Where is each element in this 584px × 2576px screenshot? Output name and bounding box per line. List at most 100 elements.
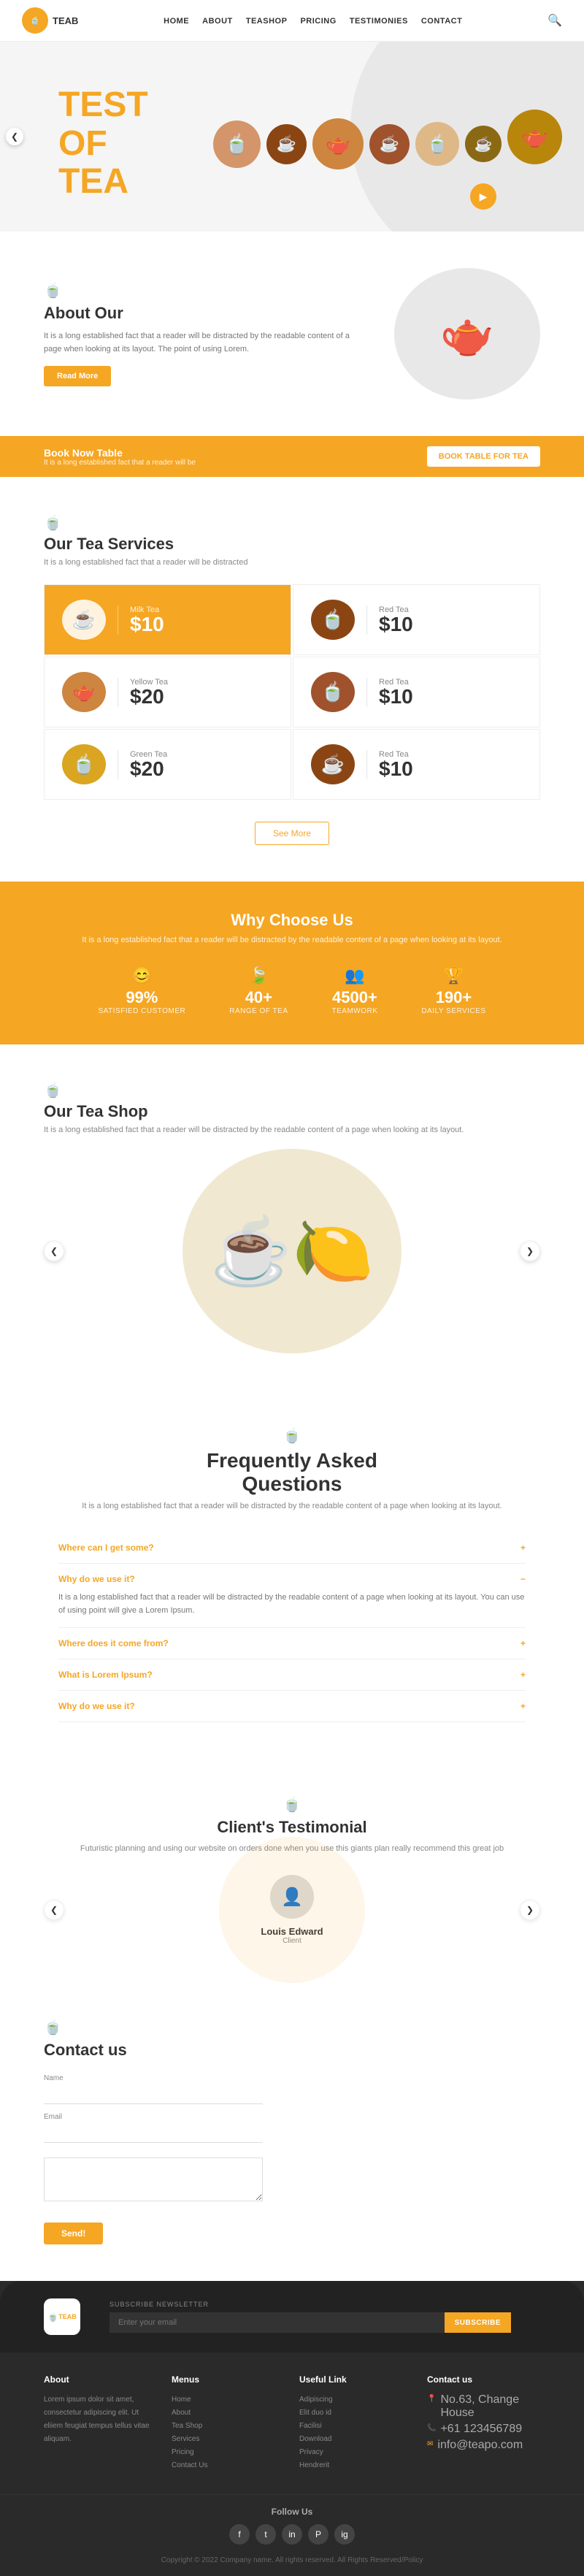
social-instagram[interactable]: ig xyxy=(334,2524,355,2545)
contact-icon: 🍵 xyxy=(44,2019,62,2036)
footer-copyright: Copyright © 2022 Company name. All right… xyxy=(161,2556,423,2564)
book-table-button[interactable]: BOOK TABLE FOR TEA xyxy=(427,446,540,467)
footer-about-col: About Lorem ipsum dolor sit amet, consec… xyxy=(44,2374,157,2472)
footer-logo-area: 🍵TEAB xyxy=(44,2298,80,2335)
service-price-5: $10 xyxy=(379,759,413,779)
faq-question-2[interactable]: Where does it come from? + xyxy=(58,1638,526,1648)
stat-1: 🍃 40+ RANGE OF TEA xyxy=(229,966,288,1015)
menu-item-2[interactable]: Tea Shop xyxy=(172,2422,202,2430)
faq-title: Frequently AskedQuestions xyxy=(58,1449,526,1496)
stat-icon-2: 👥 xyxy=(332,966,378,985)
shop-next-arrow[interactable]: ❯ xyxy=(520,1241,540,1261)
book-banner-text: Book Now Table It is a long established … xyxy=(44,447,196,467)
service-img-3: 🍵 xyxy=(311,672,355,712)
faq-plus-0: + xyxy=(520,1543,526,1553)
service-card-1: 🍵 Red Tea $10 xyxy=(293,584,540,655)
link-item-2[interactable]: Facilisi xyxy=(299,2422,322,2430)
menu-item-4[interactable]: Pricing xyxy=(172,2448,194,2456)
stat-icon-3: 🏆 xyxy=(421,966,485,985)
name-group: Name xyxy=(44,2074,263,2104)
search-icon[interactable]: 🔍 xyxy=(548,13,562,28)
name-input[interactable] xyxy=(44,2084,263,2104)
testimonial-prev-arrow[interactable]: ❮ xyxy=(44,1900,64,1920)
service-img-1: 🍵 xyxy=(311,600,355,640)
faq-question-0[interactable]: Where can I get some? + xyxy=(58,1543,526,1553)
link-item-3[interactable]: Download xyxy=(299,2435,331,2443)
footer-menus-title: Menus xyxy=(172,2374,285,2385)
contact-form: Name Email Send! xyxy=(44,2074,263,2244)
nav-pricing[interactable]: PRICING xyxy=(300,17,336,26)
shop-carousel: ❮ ☕🍋 ❯ xyxy=(44,1149,540,1353)
hero-prev-arrow[interactable]: ❮ xyxy=(6,128,23,145)
social-twitter[interactable]: t xyxy=(256,2524,276,2545)
logo[interactable]: 🍵 TEAB xyxy=(22,7,78,34)
faq-list: Where can I get some? + Why do we use it… xyxy=(58,1532,526,1722)
footer-logo: 🍵TEAB xyxy=(44,2298,80,2335)
footer-columns: About Lorem ipsum dolor sit amet, consec… xyxy=(0,2353,584,2494)
services-title: Our Tea Services xyxy=(44,535,540,554)
shop-image: ☕🍋 xyxy=(182,1149,402,1353)
link-item-0[interactable]: Adipiscing xyxy=(299,2396,333,2404)
link-item-5[interactable]: Hendrerit xyxy=(299,2461,329,2469)
follow-text: Follow Us xyxy=(272,2507,313,2517)
email-input[interactable] xyxy=(44,2123,263,2143)
navbar: 🍵 TEAB HOME ABOUT TEASHOP PRICING TESTIM… xyxy=(0,0,584,42)
service-img-2: 🫖 xyxy=(62,672,106,712)
faq-item-2: Where does it come from? + xyxy=(58,1628,526,1659)
faq-question-4[interactable]: Why do we use it? + xyxy=(58,1701,526,1711)
link-item-1[interactable]: Elit duo id xyxy=(299,2409,331,2417)
social-facebook[interactable]: f xyxy=(229,2524,250,2545)
menu-item-5[interactable]: Contact Us xyxy=(172,2461,207,2469)
email-group: Email xyxy=(44,2113,263,2143)
stat-icon-1: 🍃 xyxy=(229,966,288,985)
faq-plus-3: + xyxy=(520,1670,526,1680)
play-button[interactable]: ▶ xyxy=(470,183,496,210)
location-icon: 📍 xyxy=(427,2395,436,2403)
nav-teashop[interactable]: TEASHOP xyxy=(246,17,288,26)
contact-title: Contact us xyxy=(44,2041,540,2060)
footer-about-title: About xyxy=(44,2374,157,2385)
subscribe-button[interactable]: SUBSCRIBE xyxy=(445,2312,511,2333)
social-pinterest[interactable]: P xyxy=(308,2524,328,2545)
footer-menus-col: Menus Home About Tea Shop Services Prici… xyxy=(172,2374,285,2472)
faq-question-3[interactable]: What is Lorem Ipsum? + xyxy=(58,1670,526,1680)
services-description: It is a long established fact that a rea… xyxy=(44,558,540,567)
newsletter-input[interactable] xyxy=(110,2312,445,2333)
stat-label-2: TEAMWORK xyxy=(332,1007,378,1015)
newsletter-label: SUBSCRIBE NEWSLETTER xyxy=(110,2301,511,2308)
menu-item-3[interactable]: Services xyxy=(172,2435,199,2443)
menu-item-0[interactable]: Home xyxy=(172,2396,191,2404)
menu-item-1[interactable]: About xyxy=(172,2409,191,2417)
shop-header: 🍵 Our Tea Shop It is a long established … xyxy=(44,1081,540,1134)
service-price-4: $20 xyxy=(130,759,167,779)
stat-number-2: 4500+ xyxy=(332,988,378,1007)
link-item-4[interactable]: Privacy xyxy=(299,2448,323,2456)
service-card-4: 🍵 Green Tea $20 xyxy=(44,729,291,800)
service-card-0: ☕ Milk Tea $10 xyxy=(44,584,291,655)
name-label: Name xyxy=(44,2074,263,2082)
social-icons: f t in P ig xyxy=(229,2524,355,2545)
faq-plus-2: + xyxy=(520,1638,526,1648)
see-more-button[interactable]: See More xyxy=(255,822,329,845)
nav-testimonies[interactable]: TESTIMONIES xyxy=(350,17,408,26)
testimonial-card: 👤 Louis Edward Client xyxy=(139,1875,445,1945)
shop-prev-arrow[interactable]: ❮ xyxy=(44,1241,64,1261)
faq-item-4: Why do we use it? + xyxy=(58,1691,526,1722)
nav-home[interactable]: HOME xyxy=(164,17,189,26)
services-grid: ☕ Milk Tea $10 🍵 Red Tea $10 🫖 Yellow Te… xyxy=(44,584,540,800)
social-linkedin[interactable]: in xyxy=(282,2524,302,2545)
stat-number-0: 99% xyxy=(98,988,185,1007)
faq-description: It is a long established fact that a rea… xyxy=(58,1502,526,1510)
message-input[interactable] xyxy=(44,2158,263,2201)
about-title: About Our xyxy=(44,304,365,323)
send-button[interactable]: Send! xyxy=(44,2223,103,2244)
nav-about[interactable]: ABOUT xyxy=(202,17,233,26)
faq-question-1[interactable]: Why do we use it? − xyxy=(58,1574,526,1584)
testimonial-next-arrow[interactable]: ❯ xyxy=(520,1900,540,1920)
footer-top: 🍵TEAB SUBSCRIBE NEWSLETTER SUBSCRIBE xyxy=(0,2281,584,2353)
about-read-more-button[interactable]: Read More xyxy=(44,366,111,386)
footer-links-title: Useful Link xyxy=(299,2374,412,2385)
testimonial-section: 🍵 Client's Testimonial Futuristic planni… xyxy=(0,1759,584,1981)
nav-contact[interactable]: CONTACT xyxy=(421,17,462,26)
about-description: It is a long established fact that a rea… xyxy=(44,330,365,356)
